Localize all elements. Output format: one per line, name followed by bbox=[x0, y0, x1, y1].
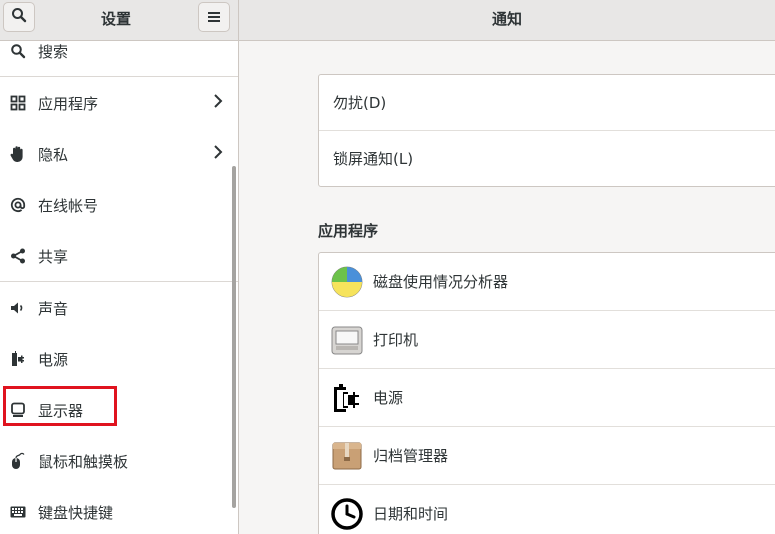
sidebar-item-privacy[interactable]: 隐私 bbox=[0, 129, 238, 179]
power-plug-icon bbox=[9, 350, 27, 368]
sidebar-item-label: 隐私 bbox=[38, 145, 69, 164]
do-not-disturb-label: 勿扰(D) bbox=[333, 94, 387, 112]
app-name: 日期和时间 bbox=[373, 505, 449, 523]
sidebar-item-label: 键盘快捷键 bbox=[38, 503, 114, 522]
sidebar-item-sharing[interactable]: 共享 bbox=[0, 231, 238, 281]
sidebar: 搜索 应用程序 隐私 在线帐号 共享 声音 电源 显示器 鼠标和触摸板 键盘快捷… bbox=[0, 41, 239, 534]
sidebar-scrollbar[interactable] bbox=[232, 166, 236, 508]
applications-section-title: 应用程序 bbox=[318, 222, 379, 240]
list-item-app[interactable]: 日期和时间 bbox=[319, 485, 775, 534]
sidebar-item-label: 在线帐号 bbox=[38, 196, 99, 215]
keyboard-icon bbox=[9, 503, 27, 521]
search-icon bbox=[11, 7, 27, 27]
lock-screen-notifications-label: 锁屏通知(L) bbox=[333, 150, 414, 168]
mouse-icon bbox=[9, 452, 27, 470]
sidebar-item-applications[interactable]: 应用程序 bbox=[0, 78, 238, 128]
at-sign-icon bbox=[9, 196, 27, 214]
page-title: 通知 bbox=[491, 10, 522, 28]
list-item-app[interactable]: 打印机 bbox=[319, 311, 775, 369]
hand-icon bbox=[9, 145, 27, 163]
general-settings-list: 勿扰(D) 锁屏通知(L) bbox=[318, 74, 775, 187]
list-item-lock-screen-notifications[interactable]: 锁屏通知(L) bbox=[319, 131, 775, 186]
sidebar-item-online-accounts[interactable]: 在线帐号 bbox=[0, 180, 238, 230]
sidebar-item-label: 搜索 bbox=[38, 42, 69, 61]
sidebar-item-keyboard-shortcuts[interactable]: 键盘快捷键 bbox=[0, 487, 238, 534]
sidebar-item-search[interactable]: 搜索 bbox=[0, 41, 238, 76]
divider bbox=[0, 281, 238, 282]
speaker-icon bbox=[9, 299, 27, 317]
sidebar-item-label: 电源 bbox=[38, 350, 69, 369]
divider bbox=[0, 76, 238, 77]
sidebar-item-power[interactable]: 电源 bbox=[0, 334, 238, 384]
list-item-app[interactable]: 电源 bbox=[319, 369, 775, 427]
app-name: 打印机 bbox=[373, 331, 419, 349]
sidebar-item-label: 应用程序 bbox=[38, 94, 99, 113]
app-name: 电源 bbox=[373, 389, 404, 407]
list-item-app[interactable]: 归档管理器 bbox=[319, 427, 775, 485]
sidebar-title: 设置 bbox=[100, 10, 131, 28]
sidebar-item-mouse-touchpad[interactable]: 鼠标和触摸板 bbox=[0, 436, 238, 486]
chevron-right-icon bbox=[213, 145, 223, 163]
header-bar: 设置 通知 bbox=[0, 0, 775, 41]
sidebar-item-label: 鼠标和触摸板 bbox=[38, 452, 129, 471]
sidebar-item-label: 声音 bbox=[38, 299, 69, 318]
app-name: 归档管理器 bbox=[373, 447, 449, 465]
clock-icon bbox=[331, 497, 363, 530]
list-item-app[interactable]: 磁盘使用情况分析器 bbox=[319, 253, 775, 311]
archive-box-icon bbox=[331, 440, 363, 472]
share-icon bbox=[9, 247, 27, 265]
search-button[interactable] bbox=[3, 2, 35, 32]
sidebar-item-label: 共享 bbox=[38, 247, 69, 266]
disk-usage-pie-icon bbox=[331, 266, 363, 298]
menu-button[interactable] bbox=[198, 2, 230, 32]
app-name: 磁盘使用情况分析器 bbox=[373, 273, 509, 291]
notifications-panel: 勿扰(D) 锁屏通知(L) 应用程序 磁盘使用情况分析器 打印机 电源 归档管理… bbox=[239, 41, 775, 534]
printer-icon bbox=[331, 324, 363, 356]
applications-list: 磁盘使用情况分析器 打印机 电源 归档管理器 日期和时间 bbox=[318, 252, 775, 534]
battery-plug-icon bbox=[331, 382, 363, 414]
sidebar-item-sound[interactable]: 声音 bbox=[0, 283, 238, 333]
search-icon bbox=[9, 42, 27, 60]
hamburger-menu-icon bbox=[207, 8, 221, 27]
list-item-do-not-disturb[interactable]: 勿扰(D) bbox=[319, 75, 775, 131]
highlight-box bbox=[3, 386, 117, 426]
grid-icon bbox=[9, 94, 27, 112]
chevron-right-icon bbox=[213, 94, 223, 112]
